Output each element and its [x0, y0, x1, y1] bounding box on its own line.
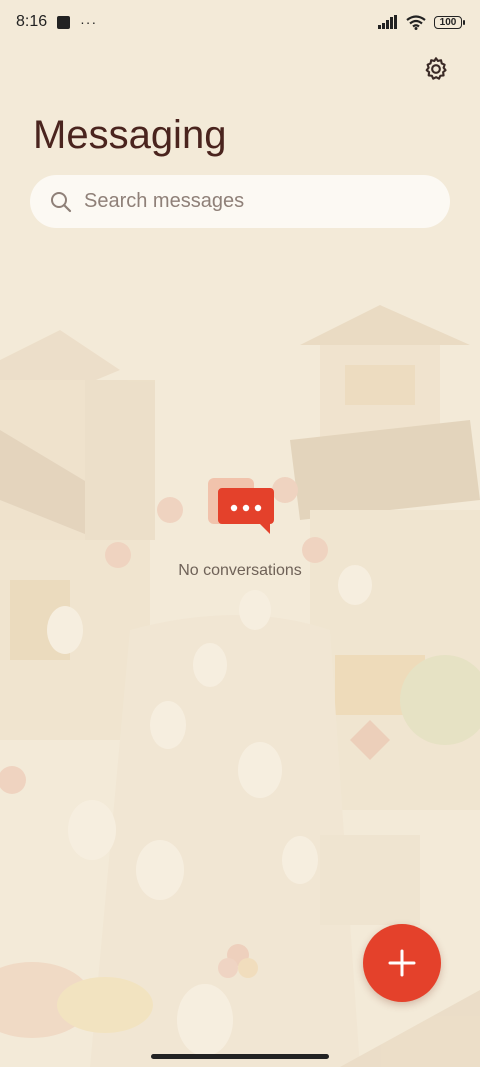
- chat-bubble-icon: [208, 478, 274, 534]
- gear-icon[interactable]: [422, 55, 450, 83]
- search-input[interactable]: Search messages: [30, 175, 450, 228]
- signal-icon: [378, 15, 397, 29]
- status-time: 8:16: [16, 13, 48, 30]
- more-notifications-icon: ···: [80, 14, 98, 30]
- search-icon: [51, 191, 72, 212]
- notification-square-icon: [57, 15, 71, 29]
- empty-state: No conversations: [0, 476, 480, 580]
- wifi-icon: [406, 14, 426, 30]
- status-bar: 8:16 ··· 100: [0, 0, 480, 44]
- empty-state-text: No conversations: [178, 562, 302, 579]
- page-title: Messaging: [33, 113, 227, 157]
- plus-icon: [388, 949, 416, 977]
- new-message-button[interactable]: [363, 924, 441, 1002]
- home-indicator[interactable]: [151, 1054, 329, 1059]
- search-placeholder: Search messages: [84, 190, 245, 212]
- battery-icon: 100: [434, 15, 465, 29]
- battery-level: 100: [439, 16, 457, 28]
